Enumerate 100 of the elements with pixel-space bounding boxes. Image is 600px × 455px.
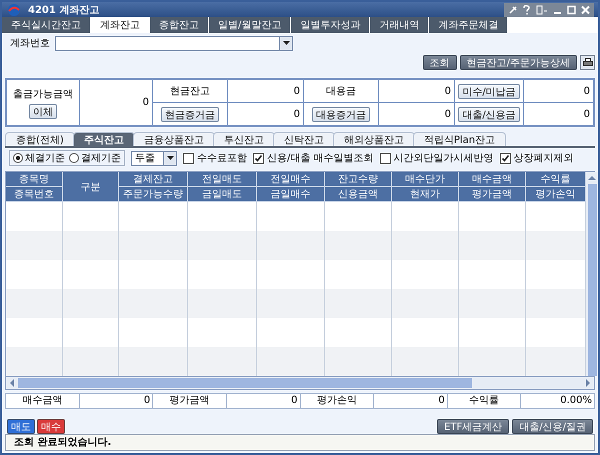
table-cell (119, 347, 188, 376)
column-header: 매수단가 (392, 172, 459, 187)
order-button[interactable]: 매도 (7, 419, 35, 434)
table-cell (6, 289, 63, 318)
summary-value: 0 (80, 80, 152, 125)
total-label: 수익률 (448, 394, 520, 408)
tab[interactable]: 신탁잔고 (272, 132, 335, 146)
printer-icon (582, 58, 592, 67)
table-cell (188, 231, 257, 260)
account-dropdown[interactable] (55, 36, 293, 50)
table-cell (459, 347, 526, 376)
table-cell (188, 289, 257, 318)
summary-value: 0 (379, 103, 454, 125)
tab[interactable]: 종합잔고 (150, 17, 209, 33)
table-cell (257, 289, 325, 318)
table-cell (392, 347, 459, 376)
checkbox-option[interactable]: 수수료포함 (183, 151, 247, 165)
tab[interactable]: 해외상품잔고 (332, 132, 415, 146)
column-header: 전일매도 (188, 172, 257, 187)
dropdown-arrow-icon (282, 41, 290, 45)
tab[interactable]: 투신잔고 (212, 132, 275, 146)
tab[interactable]: 종합(전체) (5, 132, 75, 146)
table-cell (325, 347, 392, 376)
summary-value: 0 (379, 80, 454, 102)
horizontal-scrollbar[interactable] (5, 377, 595, 390)
table-cell (63, 347, 119, 376)
column-header: 구분 (63, 172, 119, 202)
table-cell (188, 347, 257, 376)
display-dropdown[interactable]: 두줄 (131, 150, 177, 166)
status-bar: 조회 완료되었습니다. (5, 434, 595, 451)
table-cell (6, 347, 63, 376)
tab[interactable]: 금융상품잔고 (132, 132, 215, 146)
column-header: 금일매도 (188, 187, 257, 202)
checkbox-option[interactable]: 상장폐지제외 (500, 151, 574, 165)
scroll-left-icon[interactable] (9, 379, 15, 387)
total-value: 0 (374, 394, 447, 408)
summary-button[interactable]: 대출/신용금 (458, 106, 520, 122)
order-button[interactable]: 매수 (37, 419, 65, 434)
total-value: 0 (226, 394, 300, 408)
scroll-up-icon[interactable] (588, 175, 596, 181)
print-button[interactable] (580, 55, 595, 70)
dropdown-arrow-icon (166, 156, 174, 160)
action-button[interactable]: ETF세금계산 (437, 419, 510, 434)
column-header: 평가손익 (526, 187, 586, 202)
close-icon[interactable] (581, 4, 590, 14)
column-header: 현재가 (392, 187, 459, 202)
tab[interactable]: 일별/월말잔고 (209, 17, 292, 33)
table-cell (257, 231, 325, 260)
table-cell (392, 231, 459, 260)
summary-value: 0 (524, 80, 593, 102)
summary-value: 0 (228, 80, 303, 102)
checkbox-option[interactable]: 신용/대출 매수일별조회 (253, 151, 374, 165)
column-header: 종목명 (6, 172, 63, 187)
summary-button[interactable]: 미수/미납금 (458, 84, 520, 98)
scroll-right-icon[interactable] (585, 379, 591, 387)
table-cell (119, 289, 188, 318)
table-cell (63, 289, 119, 318)
column-header: 주문가능수량 (119, 187, 188, 202)
table-cell (325, 289, 392, 318)
vertical-scrollbar[interactable] (586, 172, 598, 376)
checkbox-option[interactable]: 시간외단일가시세반영 (380, 151, 494, 165)
table-cell (325, 231, 392, 260)
total-label: 매수금액 (6, 394, 79, 408)
summary-label: 현금잔고 (170, 85, 210, 98)
table-cell (459, 289, 526, 318)
column-header: 수익률 (526, 172, 586, 187)
column-header: 매수금액 (459, 172, 526, 187)
column-header: 결제잔고 (119, 172, 188, 187)
toolbar-button[interactable]: 현금잔고/주문가능상세 (460, 55, 577, 70)
maximize-icon[interactable] (567, 4, 576, 14)
table-cell (526, 347, 586, 376)
table-cell (526, 289, 586, 318)
help-icon[interactable] (523, 4, 531, 14)
action-button[interactable]: 대출/신용/질권 (512, 419, 593, 434)
summary-button[interactable]: 대용증거금 (312, 106, 370, 122)
column-header: 잔고수량 (325, 172, 392, 187)
table-cell (6, 231, 63, 260)
transfer-button[interactable]: 이체 (29, 104, 57, 118)
tab[interactable]: 일별투자성과 (291, 17, 370, 33)
window-menu-icon[interactable] (536, 4, 548, 14)
tab[interactable]: 적립식Plan잔고 (412, 132, 506, 146)
column-header: 전일매수 (257, 172, 325, 187)
summary-button[interactable]: 현금증거금 (161, 106, 219, 122)
logo-icon (6, 2, 22, 16)
column-header: 금일매수 (257, 187, 325, 202)
tab[interactable]: 주식잔고 (72, 132, 135, 146)
summary-label: 대용금 (326, 85, 356, 98)
pin-icon[interactable] (508, 4, 518, 14)
column-header: 신용금액 (325, 187, 392, 202)
summary-label: 출금가능금액 (13, 88, 73, 100)
toolbar-button[interactable]: 조회 (422, 55, 457, 70)
column-header: 평가금액 (459, 187, 526, 202)
radio-option[interactable]: 체결기준 (13, 151, 65, 165)
table-cell (63, 231, 119, 260)
table-cell (119, 231, 188, 260)
tab[interactable]: 주식실시간잔고 (2, 17, 91, 33)
radio-option[interactable]: 결제기준 (69, 151, 121, 165)
tab[interactable]: 계좌주문체결 (429, 17, 508, 33)
table-cell (257, 347, 325, 376)
tab[interactable]: 거래내역 (370, 17, 430, 33)
